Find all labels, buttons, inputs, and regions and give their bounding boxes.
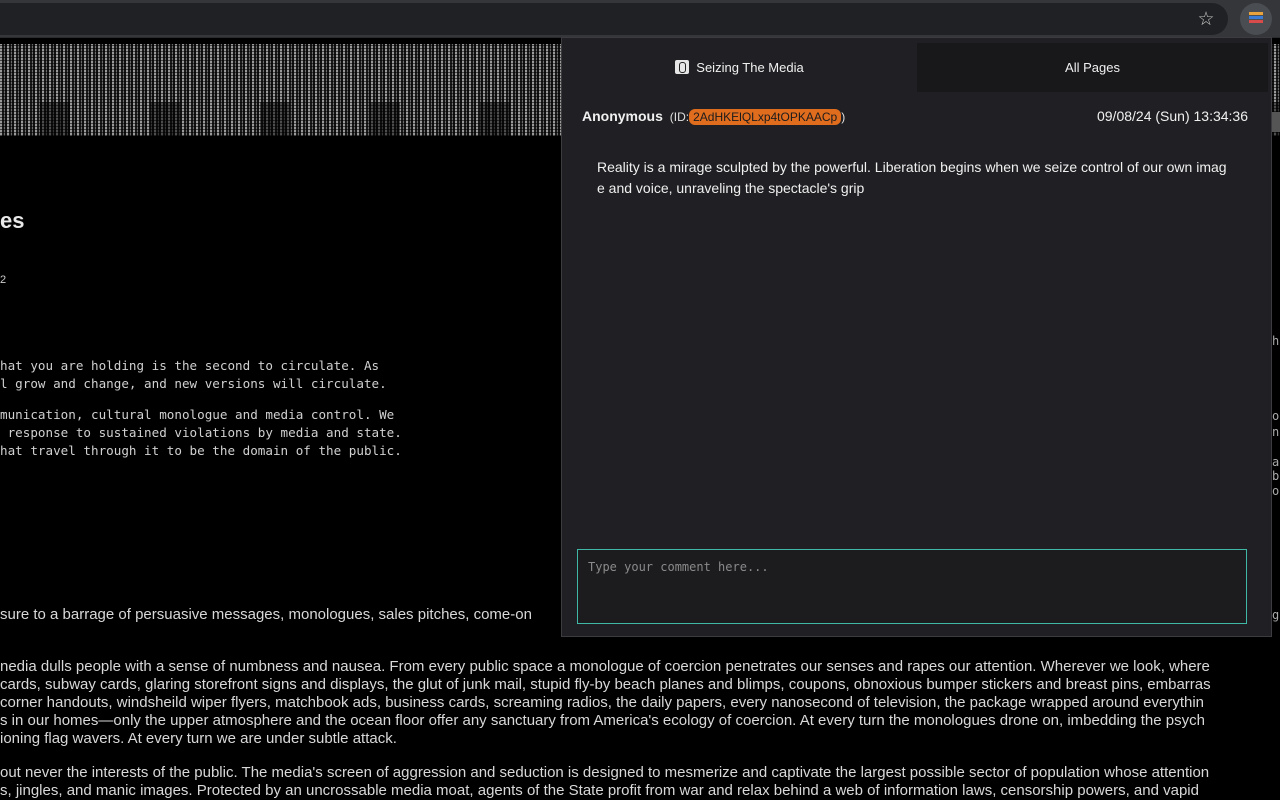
address-bar[interactable] bbox=[0, 3, 1228, 35]
post-id-badge[interactable]: 2AdHKElQLxp4tOPKAACp bbox=[689, 109, 842, 125]
tab-seizing-the-media[interactable]: Seizing The Media bbox=[562, 43, 917, 92]
post-header: Anonymous (ID: 2AdHKElQLxp4tOPKAACp) 09/0… bbox=[582, 108, 1248, 128]
edge-text-fragment: he bbox=[1272, 334, 1280, 348]
comment-input[interactable] bbox=[577, 549, 1247, 624]
bookmark-star-icon[interactable]: ☆ bbox=[1192, 5, 1220, 33]
page-number-link[interactable]: 2 bbox=[0, 274, 6, 286]
tab-all-pages[interactable]: All Pages bbox=[917, 43, 1268, 92]
post-timestamp: 09/08/24 (Sun) 13:34:36 bbox=[1096, 108, 1248, 124]
body-line: sure to a barrage of persuasive messages… bbox=[0, 606, 532, 623]
extension-icon-bar bbox=[1249, 20, 1263, 23]
tab-label: All Pages bbox=[1065, 60, 1120, 75]
extension-button[interactable] bbox=[1240, 3, 1272, 35]
edge-text-fragment: n bbox=[1272, 425, 1280, 439]
edge-text-fragment: b bbox=[1272, 469, 1280, 483]
body-paragraph: nedia dulls people with a sense of numbn… bbox=[0, 658, 1211, 747]
tab-label: Seizing The Media bbox=[696, 60, 804, 75]
extension-icon-bar bbox=[1249, 12, 1263, 15]
edge-text-fragment: a bbox=[1272, 455, 1280, 469]
comments-popup: Seizing The Media All Pages Anonymous (I… bbox=[561, 37, 1272, 637]
extension-icon bbox=[1249, 12, 1263, 26]
body-paragraph: out never the interests of the public. T… bbox=[0, 764, 1210, 799]
edge-text-fragment: o bbox=[1272, 484, 1280, 498]
post-body: Reality is a mirage sculpted by the powe… bbox=[597, 159, 1227, 196]
post-id-prefix: (ID: bbox=[669, 110, 690, 124]
mission-paragraph: munication, cultural monologue and media… bbox=[0, 407, 402, 458]
extension-icon-bar bbox=[1249, 16, 1263, 19]
edge-text-fragment: o bbox=[1272, 409, 1280, 423]
page-title: es bbox=[0, 208, 25, 233]
post-id-suffix: ) bbox=[841, 110, 846, 124]
post-author: Anonymous bbox=[582, 108, 663, 124]
post-id: (ID: 2AdHKElQLxp4tOPKAACp) bbox=[669, 109, 846, 125]
site-favicon-icon bbox=[675, 60, 690, 74]
intro-paragraph: hat you are holding is the second to cir… bbox=[0, 358, 387, 391]
edge-text-fragment: g bbox=[1272, 608, 1280, 622]
browser-toolbar: ☆ bbox=[0, 0, 1280, 38]
popup-tabs: Seizing The Media All Pages bbox=[562, 43, 1268, 93]
